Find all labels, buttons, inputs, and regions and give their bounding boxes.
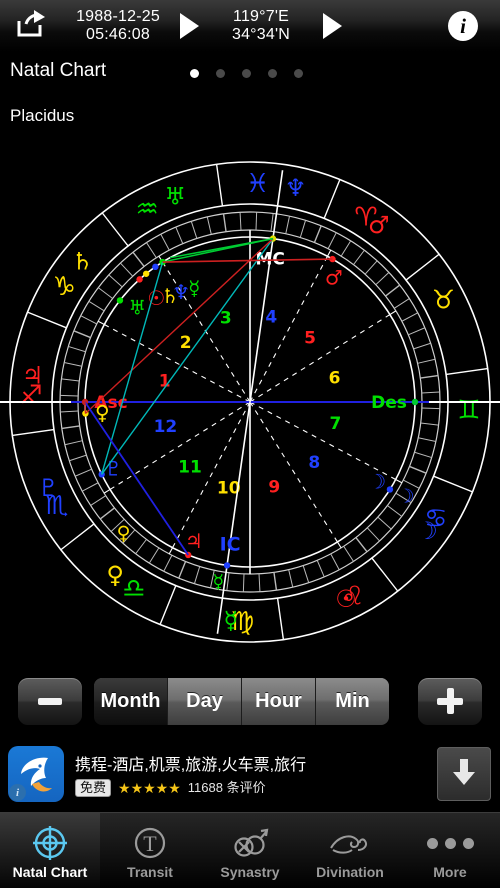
svg-text:♃: ♃: [22, 362, 44, 390]
crosshair-icon: [32, 825, 68, 861]
svg-text:♉: ♉: [432, 285, 455, 315]
ad-text-block: 携程-酒店,机票,旅游,火车票,旅行 免费 ★★★★★ 11688 条评价: [75, 751, 437, 797]
tab-natal-chart[interactable]: Natal Chart: [0, 813, 100, 888]
natal-chart-wheel[interactable]: ♈♉♊♋♌♍♎♏♐♑♒♓☉☽☿♀♂♃♄♅♆♇☿♀☽123456789101112…: [0, 137, 500, 667]
svg-text:♀: ♀: [117, 523, 131, 545]
svg-text:11: 11: [178, 457, 202, 477]
ad-download-button[interactable]: [437, 747, 491, 801]
longitude-value: 119°7'E: [205, 8, 317, 26]
svg-text:♃: ♃: [185, 529, 203, 553]
ad-price-badge: 免费: [75, 779, 111, 797]
svg-text:♆: ♆: [285, 174, 307, 202]
svg-text:☽: ☽: [368, 469, 386, 493]
download-arrow-icon: [449, 756, 479, 793]
tab-label-transit: Transit: [127, 864, 173, 880]
svg-text:☿: ☿: [188, 276, 200, 300]
svg-text:♅: ♅: [164, 183, 186, 211]
svg-text:♂: ♂: [325, 266, 343, 290]
play-triangle-icon-location[interactable]: [323, 13, 342, 39]
svg-text:2: 2: [180, 333, 192, 353]
increment-button[interactable]: [417, 677, 483, 726]
segment-hour[interactable]: Hour: [242, 678, 316, 725]
ad-review-count: 11688 条评价: [188, 780, 266, 796]
page-dot-3[interactable]: [242, 69, 251, 78]
svg-text:12: 12: [154, 417, 178, 437]
top-toolbar: 1988-12-25 05:46:08 119°7'E 34°34'N i: [0, 0, 500, 52]
letter-t-icon: T: [132, 825, 168, 861]
time-stepper-bar: Month Day Hour Min: [0, 668, 500, 734]
mars-venus-icon: [230, 825, 270, 861]
page-title: Natal Chart: [10, 60, 106, 82]
latitude-value: 34°34'N: [205, 26, 317, 44]
svg-text:♇: ♇: [104, 457, 122, 481]
svg-text:T: T: [143, 831, 157, 856]
minus-icon: [38, 698, 62, 705]
svg-text:♎: ♎: [122, 574, 145, 604]
svg-text:♄: ♄: [71, 248, 93, 276]
time-value: 05:46:08: [62, 26, 174, 44]
tab-label-more: More: [433, 864, 466, 880]
tab-divination[interactable]: Divination: [300, 813, 400, 888]
tab-label-natal-chart: Natal Chart: [13, 864, 88, 880]
ad-banner[interactable]: i 携程-酒店,机票,旅游,火车票,旅行 免费 ★★★★★ 11688 条评价: [0, 741, 500, 807]
page-dot-5[interactable]: [294, 69, 303, 78]
cloud-swirl-icon: [328, 825, 372, 861]
svg-text:♒: ♒: [136, 195, 159, 225]
svg-text:♇: ♇: [38, 474, 60, 502]
svg-text:6: 6: [329, 369, 341, 389]
play-triangle-icon-datetime[interactable]: [180, 13, 199, 39]
svg-text:5: 5: [304, 329, 316, 349]
svg-text:☽: ☽: [416, 517, 438, 545]
ad-title: 携程-酒店,机票,旅游,火车票,旅行: [75, 751, 437, 775]
page-dot-1[interactable]: [190, 69, 199, 78]
svg-text:♑: ♑: [53, 272, 76, 302]
dolphin-app-icon: i: [8, 746, 64, 802]
share-button[interactable]: [0, 10, 62, 43]
svg-text:7: 7: [329, 414, 341, 434]
svg-text:3: 3: [220, 308, 232, 328]
tab-synastry[interactable]: Synastry: [200, 813, 300, 888]
svg-text:♀: ♀: [106, 561, 124, 589]
tab-label-divination: Divination: [316, 864, 384, 880]
svg-text:♓: ♓: [246, 169, 269, 199]
svg-text:4: 4: [265, 308, 277, 328]
ad-info-badge[interactable]: i: [9, 784, 26, 801]
svg-text:☿: ☿: [224, 607, 239, 635]
time-unit-segmented-control[interactable]: Month Day Hour Min: [93, 677, 390, 726]
location-display[interactable]: 119°7'E 34°34'N: [205, 8, 317, 45]
segment-min[interactable]: Min: [316, 678, 389, 725]
page-indicator[interactable]: [190, 69, 303, 78]
share-icon: [16, 10, 46, 43]
tab-label-synastry: Synastry: [220, 864, 279, 880]
decrement-button[interactable]: [17, 677, 83, 726]
svg-text:☉: ☉: [335, 585, 357, 613]
ad-subtitle-row: 免费 ★★★★★ 11688 条评价: [75, 779, 437, 797]
svg-text:♊: ♊: [457, 396, 480, 426]
svg-text:☽: ☽: [397, 485, 414, 507]
house-system-label: Placidus: [10, 106, 74, 126]
segment-day[interactable]: Day: [168, 678, 242, 725]
svg-text:♂: ♂: [368, 211, 390, 239]
datetime-display[interactable]: 1988-12-25 05:46:08: [62, 8, 174, 45]
tab-more[interactable]: More: [400, 813, 500, 888]
svg-text:8: 8: [308, 453, 320, 473]
plus-icon: [437, 688, 463, 714]
ad-star-rating: ★★★★★: [118, 780, 181, 796]
svg-text:☿: ☿: [213, 571, 225, 593]
svg-text:9: 9: [268, 478, 280, 498]
segment-month[interactable]: Month: [94, 678, 168, 725]
date-value: 1988-12-25: [62, 8, 174, 26]
ellipsis-icon: [427, 825, 474, 861]
info-icon: i: [448, 11, 478, 41]
svg-text:Des: Des: [371, 393, 407, 413]
header-row: Natal Chart: [0, 52, 500, 94]
page-dot-4[interactable]: [268, 69, 277, 78]
chart-wheel-svg[interactable]: ♈♉♊♋♌♍♎♏♐♑♒♓☉☽☿♀♂♃♄♅♆♇☿♀☽123456789101112…: [0, 137, 500, 667]
bottom-tab-bar: Natal Chart T Transit Synastry: [0, 812, 500, 888]
page-dot-2[interactable]: [216, 69, 225, 78]
svg-text:♅: ♅: [128, 296, 146, 320]
info-button[interactable]: i: [448, 11, 478, 41]
svg-text:IC: IC: [220, 533, 241, 555]
tab-transit[interactable]: T Transit: [100, 813, 200, 888]
